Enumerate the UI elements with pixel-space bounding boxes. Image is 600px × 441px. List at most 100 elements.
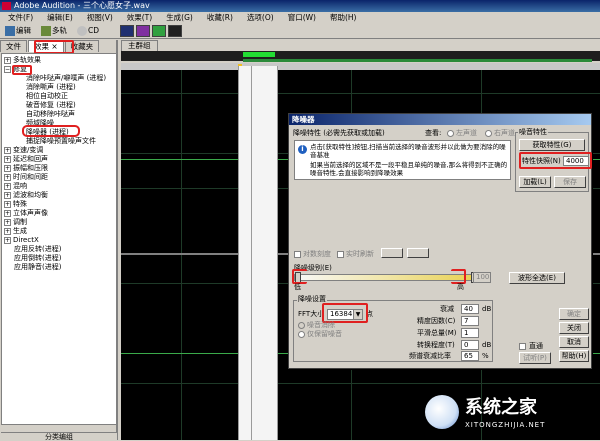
tree-item[interactable]: + 延迟和回声	[4, 155, 48, 164]
load-profile-button[interactable]: 加载(L)	[519, 176, 551, 188]
bypass-checkbox[interactable]	[519, 343, 526, 350]
tree-item[interactable]: 捕捉降噪预置噪声文件	[26, 137, 96, 146]
graph-flat-button[interactable]	[407, 248, 429, 258]
expand-icon: +	[4, 165, 11, 172]
overview-visible-range[interactable]	[243, 52, 275, 57]
cancel-button[interactable]: 取消	[559, 336, 589, 348]
expand-icon: +	[4, 183, 11, 190]
keep-noise-radio[interactable]	[298, 331, 305, 338]
overview-scroll-bar[interactable]	[243, 59, 592, 62]
close-button[interactable]: 关闭	[559, 322, 589, 334]
cd-view-button[interactable]: CD	[76, 25, 99, 37]
high-label: 高	[457, 283, 464, 291]
smoothing-field[interactable]: 1	[461, 328, 479, 338]
low-label: 低	[294, 283, 301, 291]
menu-file[interactable]: 文件(F)	[0, 12, 39, 23]
reduce-by-label: 衰减	[440, 305, 454, 313]
tab-files[interactable]: 文件	[0, 40, 27, 52]
time-ruler[interactable]	[121, 63, 600, 70]
tree-item[interactable]: 应用静音(进程)	[14, 263, 61, 272]
menu-options[interactable]: 选项(O)	[239, 12, 280, 23]
expand-icon: +	[4, 57, 11, 64]
tree-item[interactable]: + 调制	[4, 218, 27, 227]
selection-inner-line	[251, 66, 252, 440]
transition-field[interactable]: 0	[461, 340, 479, 350]
tree-item[interactable]: + 时间和间距	[4, 173, 48, 182]
tree-item[interactable]: + 多轨效果	[4, 56, 41, 65]
noise-profile-group-label: 噪音特性	[518, 128, 548, 137]
tree-item[interactable]: + 振幅和压限	[4, 164, 48, 173]
transition-label: 转换程度(T)	[417, 341, 455, 349]
tree-item[interactable]: 应用反转(进程)	[14, 245, 61, 254]
menu-edit[interactable]: 编辑(E)	[39, 12, 79, 23]
app-icon	[2, 2, 11, 10]
tree-item[interactable]: + 立体声声像	[4, 209, 48, 218]
capture-profile-button[interactable]: 获取特性(G)	[519, 139, 585, 151]
tree-item[interactable]: + 混响	[4, 182, 27, 191]
preview-button[interactable]: 试听(P)	[519, 352, 551, 364]
tree-item[interactable]: 相位自动校正	[26, 92, 68, 101]
select-entire-file-button[interactable]: 波形全选(E)	[509, 272, 565, 284]
menu-view[interactable]: 视图(V)	[79, 12, 119, 23]
selection-start-edge[interactable]	[238, 66, 239, 440]
multitrack-view-button[interactable]: 多轨	[40, 25, 67, 37]
edit-view-label: 编辑	[16, 26, 31, 35]
smoothing-label: 平滑总量(M)	[417, 329, 457, 337]
right-channel-radio[interactable]	[485, 130, 492, 137]
highlight-slider-right	[451, 269, 466, 284]
info-text-capture: 点击[获取特性]按钮,扫描当前选择的噪音波形并以此做为要消除的噪音基准	[310, 143, 506, 159]
edit-view-button[interactable]: 编辑	[4, 25, 31, 37]
help-button[interactable]: 帮助(H)	[559, 350, 589, 362]
precision-field[interactable]: 7	[461, 316, 479, 326]
highlight-noise-reduction-node	[22, 125, 80, 137]
tree-item[interactable]: 消除咔哒声/噼噗声 (进程)	[26, 74, 106, 83]
spectral-decay-label: 频谱衰减比率	[409, 352, 451, 360]
menu-effects[interactable]: 效果(T)	[119, 12, 158, 23]
tree-item[interactable]: + 生成	[4, 227, 27, 236]
spectral-phase-icon[interactable]	[168, 25, 182, 37]
expand-icon: +	[4, 237, 11, 244]
highlight-effects-tab	[34, 40, 74, 54]
reduce-by-field[interactable]: 40	[461, 304, 479, 314]
graph-reset-button[interactable]	[381, 248, 403, 258]
tree-item[interactable]: 消除嘶声 (进程)	[26, 83, 76, 92]
tree-item[interactable]: 破音修复 (进程)	[26, 101, 76, 110]
log-scale-checkbox[interactable]	[294, 251, 301, 258]
collapse-icon: −	[4, 66, 11, 73]
menu-generate[interactable]: 生成(G)	[158, 12, 199, 23]
expand-icon: +	[4, 156, 11, 163]
tree-item[interactable]: + 滤波和均衡	[4, 191, 48, 200]
tree-item[interactable]: + 特殊	[4, 200, 27, 209]
tree-item[interactable]: + 变速/变调	[4, 146, 43, 155]
tab-main-group[interactable]: 主群组	[121, 40, 158, 51]
grid-line	[121, 93, 600, 94]
reduce-by-unit: dB	[482, 305, 492, 313]
waveform-selection[interactable]	[238, 66, 278, 440]
spectral-view-icon[interactable]	[136, 25, 150, 37]
dialog-title: 降噪器	[289, 114, 591, 125]
effects-tree: + 多轨效果 − 修复 消除咔哒声/噼噗声 (进程) 消除嘶声 (进程) 相位自动校…	[1, 53, 117, 425]
multitrack-view-icon	[41, 26, 51, 36]
cd-icon	[77, 26, 87, 36]
spectral-pan-icon[interactable]	[152, 25, 166, 37]
remove-noise-radio[interactable]	[298, 322, 305, 329]
menu-help[interactable]: 帮助(H)	[322, 12, 363, 23]
grid-line	[121, 383, 600, 384]
expand-icon: +	[4, 219, 11, 226]
noise-level-value[interactable]: 100	[473, 272, 491, 283]
spectral-decay-field[interactable]: 65	[461, 351, 479, 361]
keep-noise-label: 仅保留噪音	[307, 330, 342, 338]
menu-favorites[interactable]: 收藏(R)	[199, 12, 239, 23]
selection-end-edge[interactable]	[277, 66, 278, 440]
live-update-checkbox[interactable]	[337, 251, 344, 258]
expand-icon: +	[4, 192, 11, 199]
tree-item[interactable]: + DirectX	[4, 236, 39, 245]
watermark-url: XITONGZHIJIA.NET	[465, 421, 546, 429]
tree-item[interactable]: 自动移除咔哒声	[26, 110, 75, 119]
save-profile-button[interactable]: 保存	[554, 176, 586, 188]
left-channel-radio[interactable]	[447, 130, 454, 137]
waveform-view-icon[interactable]	[120, 25, 134, 37]
menu-window[interactable]: 窗口(W)	[280, 12, 322, 23]
ok-button[interactable]: 确定	[559, 308, 589, 320]
tree-item[interactable]: 应用倒转(进程)	[14, 254, 61, 263]
